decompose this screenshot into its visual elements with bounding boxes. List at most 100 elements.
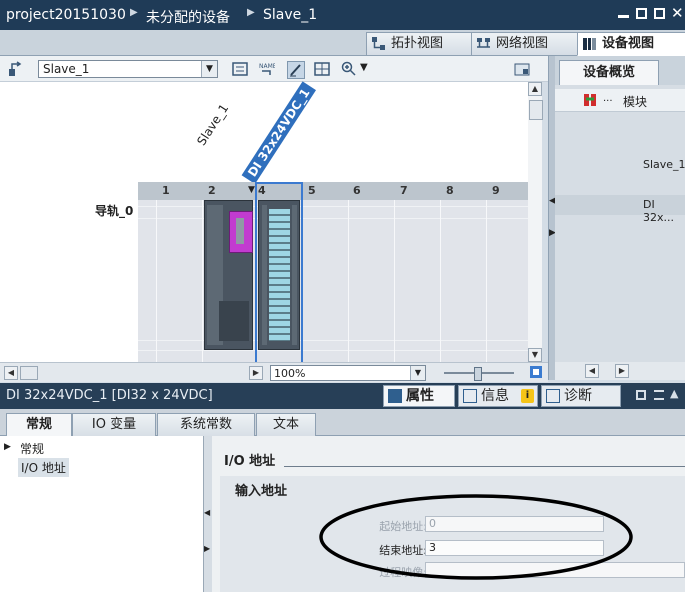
tab-io-tags[interactable]: IO 变量 [72, 413, 156, 437]
scroll-down-icon[interactable]: ▼ [528, 348, 542, 362]
tab-general[interactable]: 常规 [6, 413, 72, 437]
scroll-up-icon[interactable]: ▲ [528, 82, 542, 96]
show-names-icon[interactable]: NAME [259, 61, 275, 77]
property-content: I/O 地址 输入地址 起始地址: 0 结束地址: 3 过程映像: [212, 436, 685, 592]
svg-text:NAME: NAME [259, 63, 275, 70]
zoom-fit-icon[interactable] [529, 365, 543, 379]
table-row[interactable]: Slave_1 [555, 155, 685, 175]
tree-item-io-address[interactable]: I/O 地址 [18, 458, 69, 477]
tree-item-label: 常规 [20, 442, 45, 456]
title-bar: project20151030 ▶ 未分配的设备 ▶ Slave_1 ✕ [0, 0, 685, 30]
device-overview-pane: ◀ ▶ 设备概览 ... 模块 Slave_1 DI 32x... ◀ ▶ [548, 56, 685, 380]
canvas-status-bar: ◀ ▶ 100% ▼ [0, 362, 548, 382]
filter-icon[interactable] [583, 93, 597, 107]
overview-table-header: ... 模块 [555, 89, 685, 112]
breadcrumb-project[interactable]: project20151030 [6, 7, 126, 23]
draw-tool-icon[interactable] [287, 61, 305, 79]
tab-device-view[interactable]: 设备视图 [577, 32, 685, 56]
info-icon [463, 389, 477, 403]
overview-scrollbar: ◀ ▶ [555, 362, 685, 380]
module-cell: Slave_1 [643, 158, 685, 171]
overview-table: ... 模块 Slave_1 DI 32x... [555, 85, 685, 365]
network-view-icon [477, 38, 490, 48]
chevron-down-icon[interactable]: ▼ [201, 61, 217, 77]
highlight-ellipse [319, 494, 633, 580]
collapse-up-icon[interactable]: ▲ [670, 387, 678, 400]
diagnostics-icon [546, 389, 560, 403]
device-view-icon [583, 38, 596, 50]
rack-rail[interactable] [138, 200, 528, 362]
tab-texts[interactable]: 文本 [256, 413, 316, 437]
breadcrumb-separator-icon: ▶ [247, 7, 255, 18]
table-row[interactable]: DI 32x... [555, 195, 685, 224]
tab-info-label: 信息 [481, 388, 509, 404]
tree-splitter[interactable]: ◀ ▶ [204, 436, 212, 592]
collapse-right-icon[interactable]: ▶ [204, 544, 210, 553]
slot-number: 6 [353, 184, 361, 197]
column-module[interactable]: 模块 [623, 93, 647, 110]
topology-view-icon [372, 37, 385, 50]
group-title: 输入地址 [235, 484, 288, 499]
zoom-slider-handle[interactable] [474, 367, 482, 381]
panel-layout-icon[interactable] [654, 390, 664, 400]
expand-arrow-icon[interactable]: ▶ [4, 442, 11, 452]
horizontal-scrollbar-thumb[interactable] [20, 366, 38, 380]
tab-device-overview[interactable]: 设备概览 [559, 60, 659, 86]
grid-icon[interactable] [314, 61, 330, 77]
info-badge-icon: i [521, 389, 534, 403]
tab-diagnostics[interactable]: 诊断 [541, 385, 621, 407]
module-name-label[interactable]: DI 32x24VDC_1 [241, 81, 317, 184]
scroll-right-icon[interactable]: ▶ [249, 366, 263, 380]
zoom-select[interactable]: 100% ▼ [270, 365, 426, 381]
tree-item-label: I/O 地址 [21, 461, 66, 475]
profibus-port-icon [229, 211, 253, 253]
zoom-in-icon[interactable] [341, 61, 357, 77]
rack-slot-header: 1 2 ▼ 4 5 6 7 8 9 [138, 182, 528, 200]
device-select[interactable]: Slave_1 ▼ [38, 60, 218, 78]
breadcrumb-device[interactable]: Slave_1 [263, 7, 317, 23]
module-cell: DI 32x... [643, 198, 674, 224]
restore-icon[interactable] [636, 8, 647, 19]
station-name-label: Slave_1 [194, 101, 232, 148]
slot-number: 8 [446, 184, 454, 197]
rail-label: 导轨_0 [95, 204, 134, 218]
view-tab-bar: 拓扑视图 网络视图 设备视图 [0, 30, 685, 56]
zoom-value: 100% [274, 367, 306, 380]
slot-number: 2 [208, 184, 216, 197]
vertical-scrollbar-thumb[interactable] [529, 100, 543, 120]
tab-info[interactable]: 信息 i [458, 385, 538, 407]
float-panel-icon[interactable] [636, 390, 646, 400]
di-module[interactable] [258, 200, 300, 350]
tab-network-view-label: 网络视图 [496, 36, 549, 51]
slot-number: 1 [162, 184, 170, 197]
property-nav-tree: ▶ 常规 I/O 地址 [0, 436, 204, 592]
properties-icon [388, 389, 402, 403]
overview-toggle-icon[interactable] [514, 61, 530, 77]
close-icon[interactable]: ✕ [671, 4, 684, 22]
tab-diagnostics-label: 诊断 [564, 388, 592, 404]
maximize-icon[interactable] [654, 8, 665, 19]
chevron-down-icon[interactable]: ▼ [410, 366, 425, 380]
scroll-left-icon[interactable]: ◀ [585, 364, 599, 378]
network-connect-icon[interactable] [8, 61, 24, 77]
tab-system-constants[interactable]: 系统常数 [157, 413, 255, 437]
zoom-menu-arrow-icon[interactable]: ▼ [360, 62, 368, 73]
section-title: I/O 地址 [224, 454, 276, 469]
collapse-left-icon[interactable]: ◀ [204, 508, 210, 517]
inspector-title: DI 32x24VDC_1 [DI32 x 24VDC] [6, 388, 213, 403]
slot-number: 9 [492, 184, 500, 197]
device-canvas[interactable]: Slave_1 DI 32x24VDC_1 导轨_0 1 2 ▼ 4 5 6 7… [0, 81, 543, 364]
interface-module[interactable] [204, 200, 253, 350]
tab-properties-label: 属性 [406, 388, 434, 404]
inspector-header: DI 32x24VDC_1 [DI32 x 24VDC] 属性 信息 i 诊断 … [0, 383, 685, 409]
scroll-right-icon[interactable]: ▶ [615, 364, 629, 378]
device-select-value: Slave_1 [43, 62, 90, 76]
minimize-icon[interactable] [618, 15, 629, 18]
scroll-left-icon[interactable]: ◀ [4, 366, 18, 380]
inspector-tab-bar: 常规 IO 变量 系统常数 文本 [0, 409, 685, 437]
breadcrumb-folder[interactable]: 未分配的设备 [146, 7, 230, 27]
slot-number: 5 [308, 184, 316, 197]
rack-layout-icon[interactable] [232, 61, 248, 77]
column-ellipsis: ... [603, 93, 613, 104]
tab-properties[interactable]: 属性 [383, 385, 455, 407]
